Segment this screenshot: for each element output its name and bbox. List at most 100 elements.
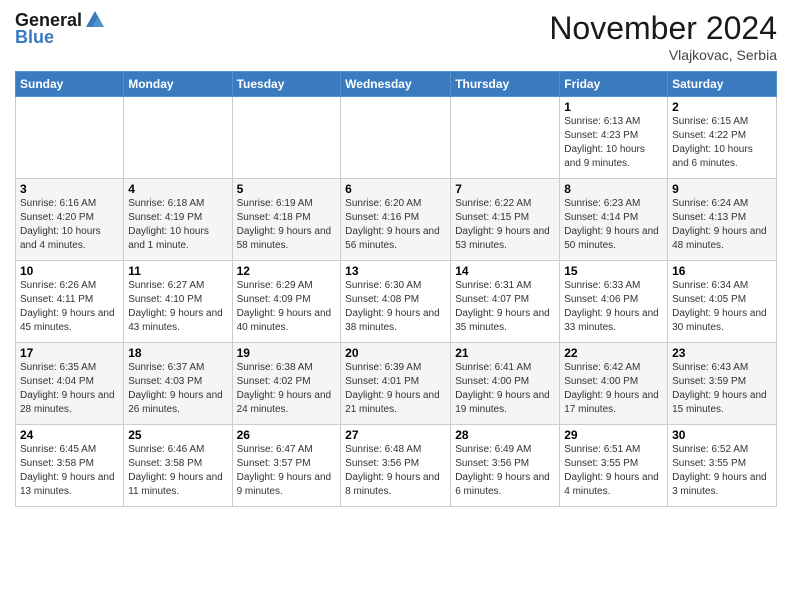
table-cell: 5Sunrise: 6:19 AM Sunset: 4:18 PM Daylig… [232, 179, 341, 261]
day-info: Sunrise: 6:45 AM Sunset: 3:58 PM Dayligh… [20, 443, 119, 499]
table-cell: 10Sunrise: 6:26 AM Sunset: 4:11 PM Dayli… [16, 261, 124, 343]
day-number: 10 [20, 264, 119, 278]
calendar-week-2: 3Sunrise: 6:16 AM Sunset: 4:20 PM Daylig… [16, 179, 777, 261]
day-number: 11 [128, 264, 227, 278]
table-cell: 7Sunrise: 6:22 AM Sunset: 4:15 PM Daylig… [451, 179, 560, 261]
day-number: 20 [345, 346, 446, 360]
table-cell: 11Sunrise: 6:27 AM Sunset: 4:10 PM Dayli… [124, 261, 232, 343]
day-info: Sunrise: 6:41 AM Sunset: 4:00 PM Dayligh… [455, 361, 555, 417]
table-cell [232, 97, 341, 179]
table-cell [16, 97, 124, 179]
logo-icon [84, 9, 106, 31]
table-cell [451, 97, 560, 179]
table-cell: 14Sunrise: 6:31 AM Sunset: 4:07 PM Dayli… [451, 261, 560, 343]
table-cell: 20Sunrise: 6:39 AM Sunset: 4:01 PM Dayli… [341, 343, 451, 425]
day-number: 22 [564, 346, 663, 360]
header: General Blue November 2024 Vlajkovac, Se… [15, 10, 777, 63]
day-number: 9 [672, 182, 772, 196]
day-info: Sunrise: 6:38 AM Sunset: 4:02 PM Dayligh… [237, 361, 337, 417]
col-wednesday: Wednesday [341, 72, 451, 97]
day-info: Sunrise: 6:34 AM Sunset: 4:05 PM Dayligh… [672, 279, 772, 335]
calendar-header-row: Sunday Monday Tuesday Wednesday Thursday… [16, 72, 777, 97]
calendar-week-5: 24Sunrise: 6:45 AM Sunset: 3:58 PM Dayli… [16, 425, 777, 507]
day-number: 27 [345, 428, 446, 442]
table-cell: 29Sunrise: 6:51 AM Sunset: 3:55 PM Dayli… [560, 425, 668, 507]
col-tuesday: Tuesday [232, 72, 341, 97]
table-cell: 16Sunrise: 6:34 AM Sunset: 4:05 PM Dayli… [668, 261, 777, 343]
title-block: November 2024 Vlajkovac, Serbia [549, 10, 777, 63]
day-number: 13 [345, 264, 446, 278]
table-cell [341, 97, 451, 179]
day-info: Sunrise: 6:24 AM Sunset: 4:13 PM Dayligh… [672, 197, 772, 253]
table-cell: 12Sunrise: 6:29 AM Sunset: 4:09 PM Dayli… [232, 261, 341, 343]
day-info: Sunrise: 6:23 AM Sunset: 4:14 PM Dayligh… [564, 197, 663, 253]
table-cell: 28Sunrise: 6:49 AM Sunset: 3:56 PM Dayli… [451, 425, 560, 507]
day-number: 21 [455, 346, 555, 360]
table-cell: 15Sunrise: 6:33 AM Sunset: 4:06 PM Dayli… [560, 261, 668, 343]
day-info: Sunrise: 6:19 AM Sunset: 4:18 PM Dayligh… [237, 197, 337, 253]
table-cell: 9Sunrise: 6:24 AM Sunset: 4:13 PM Daylig… [668, 179, 777, 261]
day-info: Sunrise: 6:16 AM Sunset: 4:20 PM Dayligh… [20, 197, 119, 253]
day-number: 3 [20, 182, 119, 196]
day-info: Sunrise: 6:49 AM Sunset: 3:56 PM Dayligh… [455, 443, 555, 499]
month-title: November 2024 [549, 10, 777, 47]
calendar-week-1: 1Sunrise: 6:13 AM Sunset: 4:23 PM Daylig… [16, 97, 777, 179]
day-number: 18 [128, 346, 227, 360]
day-info: Sunrise: 6:48 AM Sunset: 3:56 PM Dayligh… [345, 443, 446, 499]
table-cell [124, 97, 232, 179]
day-info: Sunrise: 6:30 AM Sunset: 4:08 PM Dayligh… [345, 279, 446, 335]
day-info: Sunrise: 6:52 AM Sunset: 3:55 PM Dayligh… [672, 443, 772, 499]
logo: General Blue [15, 10, 106, 48]
table-cell: 8Sunrise: 6:23 AM Sunset: 4:14 PM Daylig… [560, 179, 668, 261]
day-info: Sunrise: 6:13 AM Sunset: 4:23 PM Dayligh… [564, 115, 663, 171]
table-cell: 21Sunrise: 6:41 AM Sunset: 4:00 PM Dayli… [451, 343, 560, 425]
day-number: 12 [237, 264, 337, 278]
table-cell: 4Sunrise: 6:18 AM Sunset: 4:19 PM Daylig… [124, 179, 232, 261]
day-info: Sunrise: 6:37 AM Sunset: 4:03 PM Dayligh… [128, 361, 227, 417]
day-number: 15 [564, 264, 663, 278]
day-number: 29 [564, 428, 663, 442]
location: Vlajkovac, Serbia [549, 47, 777, 63]
day-info: Sunrise: 6:42 AM Sunset: 4:00 PM Dayligh… [564, 361, 663, 417]
page-container: General Blue November 2024 Vlajkovac, Se… [0, 0, 792, 512]
day-info: Sunrise: 6:43 AM Sunset: 3:59 PM Dayligh… [672, 361, 772, 417]
calendar-week-3: 10Sunrise: 6:26 AM Sunset: 4:11 PM Dayli… [16, 261, 777, 343]
table-cell: 13Sunrise: 6:30 AM Sunset: 4:08 PM Dayli… [341, 261, 451, 343]
col-saturday: Saturday [668, 72, 777, 97]
table-cell: 17Sunrise: 6:35 AM Sunset: 4:04 PM Dayli… [16, 343, 124, 425]
day-number: 14 [455, 264, 555, 278]
calendar-table: Sunday Monday Tuesday Wednesday Thursday… [15, 71, 777, 507]
day-number: 4 [128, 182, 227, 196]
day-info: Sunrise: 6:26 AM Sunset: 4:11 PM Dayligh… [20, 279, 119, 335]
day-number: 1 [564, 100, 663, 114]
day-number: 8 [564, 182, 663, 196]
day-info: Sunrise: 6:31 AM Sunset: 4:07 PM Dayligh… [455, 279, 555, 335]
table-cell: 30Sunrise: 6:52 AM Sunset: 3:55 PM Dayli… [668, 425, 777, 507]
table-cell: 6Sunrise: 6:20 AM Sunset: 4:16 PM Daylig… [341, 179, 451, 261]
table-cell: 26Sunrise: 6:47 AM Sunset: 3:57 PM Dayli… [232, 425, 341, 507]
day-number: 19 [237, 346, 337, 360]
col-friday: Friday [560, 72, 668, 97]
day-number: 17 [20, 346, 119, 360]
day-number: 23 [672, 346, 772, 360]
day-info: Sunrise: 6:39 AM Sunset: 4:01 PM Dayligh… [345, 361, 446, 417]
table-cell: 27Sunrise: 6:48 AM Sunset: 3:56 PM Dayli… [341, 425, 451, 507]
day-number: 16 [672, 264, 772, 278]
day-number: 6 [345, 182, 446, 196]
day-number: 5 [237, 182, 337, 196]
col-thursday: Thursday [451, 72, 560, 97]
day-info: Sunrise: 6:15 AM Sunset: 4:22 PM Dayligh… [672, 115, 772, 171]
day-number: 26 [237, 428, 337, 442]
day-info: Sunrise: 6:47 AM Sunset: 3:57 PM Dayligh… [237, 443, 337, 499]
day-number: 2 [672, 100, 772, 114]
col-monday: Monday [124, 72, 232, 97]
day-info: Sunrise: 6:51 AM Sunset: 3:55 PM Dayligh… [564, 443, 663, 499]
day-info: Sunrise: 6:33 AM Sunset: 4:06 PM Dayligh… [564, 279, 663, 335]
table-cell: 2Sunrise: 6:15 AM Sunset: 4:22 PM Daylig… [668, 97, 777, 179]
day-info: Sunrise: 6:35 AM Sunset: 4:04 PM Dayligh… [20, 361, 119, 417]
day-info: Sunrise: 6:20 AM Sunset: 4:16 PM Dayligh… [345, 197, 446, 253]
table-cell: 25Sunrise: 6:46 AM Sunset: 3:58 PM Dayli… [124, 425, 232, 507]
day-number: 28 [455, 428, 555, 442]
calendar-week-4: 17Sunrise: 6:35 AM Sunset: 4:04 PM Dayli… [16, 343, 777, 425]
col-sunday: Sunday [16, 72, 124, 97]
